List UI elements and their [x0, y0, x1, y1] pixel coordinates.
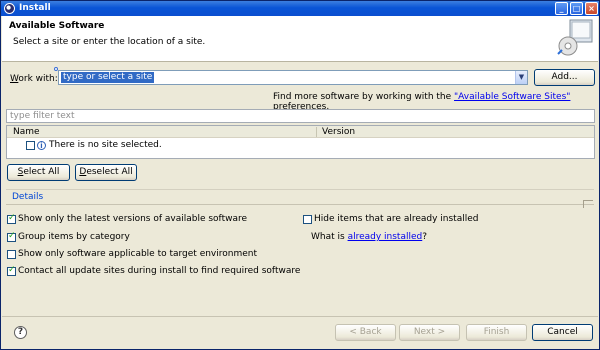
latest-versions-label[interactable]: Show only the latest versions of availab…	[18, 214, 247, 224]
contact-sites-label[interactable]: Contact all update sites during install …	[18, 266, 300, 276]
software-table[interactable]: Name Version i There is no site selected…	[6, 125, 595, 159]
divider	[2, 316, 598, 317]
install-wizard-icon	[557, 19, 593, 56]
page-subtitle: Select a site or enter the location of a…	[13, 37, 206, 47]
table-header: Name Version	[7, 126, 594, 138]
column-version[interactable]: Version	[322, 126, 355, 138]
divider	[6, 189, 594, 190]
row-checkbox[interactable]	[26, 141, 35, 150]
window-title: Install	[19, 3, 51, 13]
empty-message: There is no site selected.	[49, 140, 162, 150]
add-site-button[interactable]: Add...	[534, 69, 595, 86]
next-button[interactable]: Next >	[399, 324, 460, 341]
info-icon: i	[37, 141, 46, 150]
install-dialog: Install _ □ × Available Software Select …	[0, 0, 600, 350]
work-with-value[interactable]: type or select a site	[61, 72, 155, 83]
already-installed-link[interactable]: already installed	[348, 232, 423, 242]
header-banner: Available Software Select a site or ente…	[2, 16, 598, 62]
column-divider[interactable]	[316, 127, 317, 137]
deselect-all-button[interactable]: Deselect All	[75, 164, 137, 181]
hide-installed-checkbox[interactable]	[303, 215, 312, 224]
contact-sites-checkbox[interactable]	[7, 265, 16, 276]
divider	[6, 204, 594, 205]
close-button[interactable]: ×	[585, 2, 598, 15]
select-all-button[interactable]: Select All	[7, 164, 70, 181]
available-sites-link[interactable]: "Available Software Sites"	[454, 92, 570, 102]
group-by-category-checkbox[interactable]	[7, 231, 16, 242]
title-bar[interactable]: Install _ □ ×	[1, 1, 599, 16]
minimize-button[interactable]: _	[555, 2, 568, 15]
cancel-button[interactable]: Cancel	[532, 324, 593, 341]
details-label: Details	[12, 192, 44, 202]
finish-button[interactable]: Finish	[466, 324, 527, 341]
page-title: Available Software	[9, 21, 105, 31]
eclipse-icon	[4, 3, 15, 14]
filter-input[interactable]: type filter text	[6, 109, 595, 123]
hide-installed-label[interactable]: Hide items that are already installed	[314, 214, 478, 224]
already-installed-text: What is already installed?	[311, 232, 428, 242]
help-icon[interactable]: ?	[14, 326, 27, 339]
work-with-label: Work with:	[10, 74, 58, 84]
group-by-category-label[interactable]: Group items by category	[18, 232, 130, 242]
applicable-only-label[interactable]: Show only software applicable to target …	[18, 249, 257, 259]
back-button[interactable]: < Back	[335, 324, 396, 341]
column-name[interactable]: Name	[13, 126, 40, 138]
chevron-down-icon[interactable]: ▼	[515, 71, 527, 84]
applicable-only-checkbox[interactable]	[7, 250, 16, 259]
corner-icon	[583, 200, 593, 208]
work-with-combo[interactable]: type or select a site ▼	[58, 70, 528, 85]
latest-versions-checkbox[interactable]	[7, 213, 16, 224]
maximize-button[interactable]: □	[570, 2, 583, 15]
